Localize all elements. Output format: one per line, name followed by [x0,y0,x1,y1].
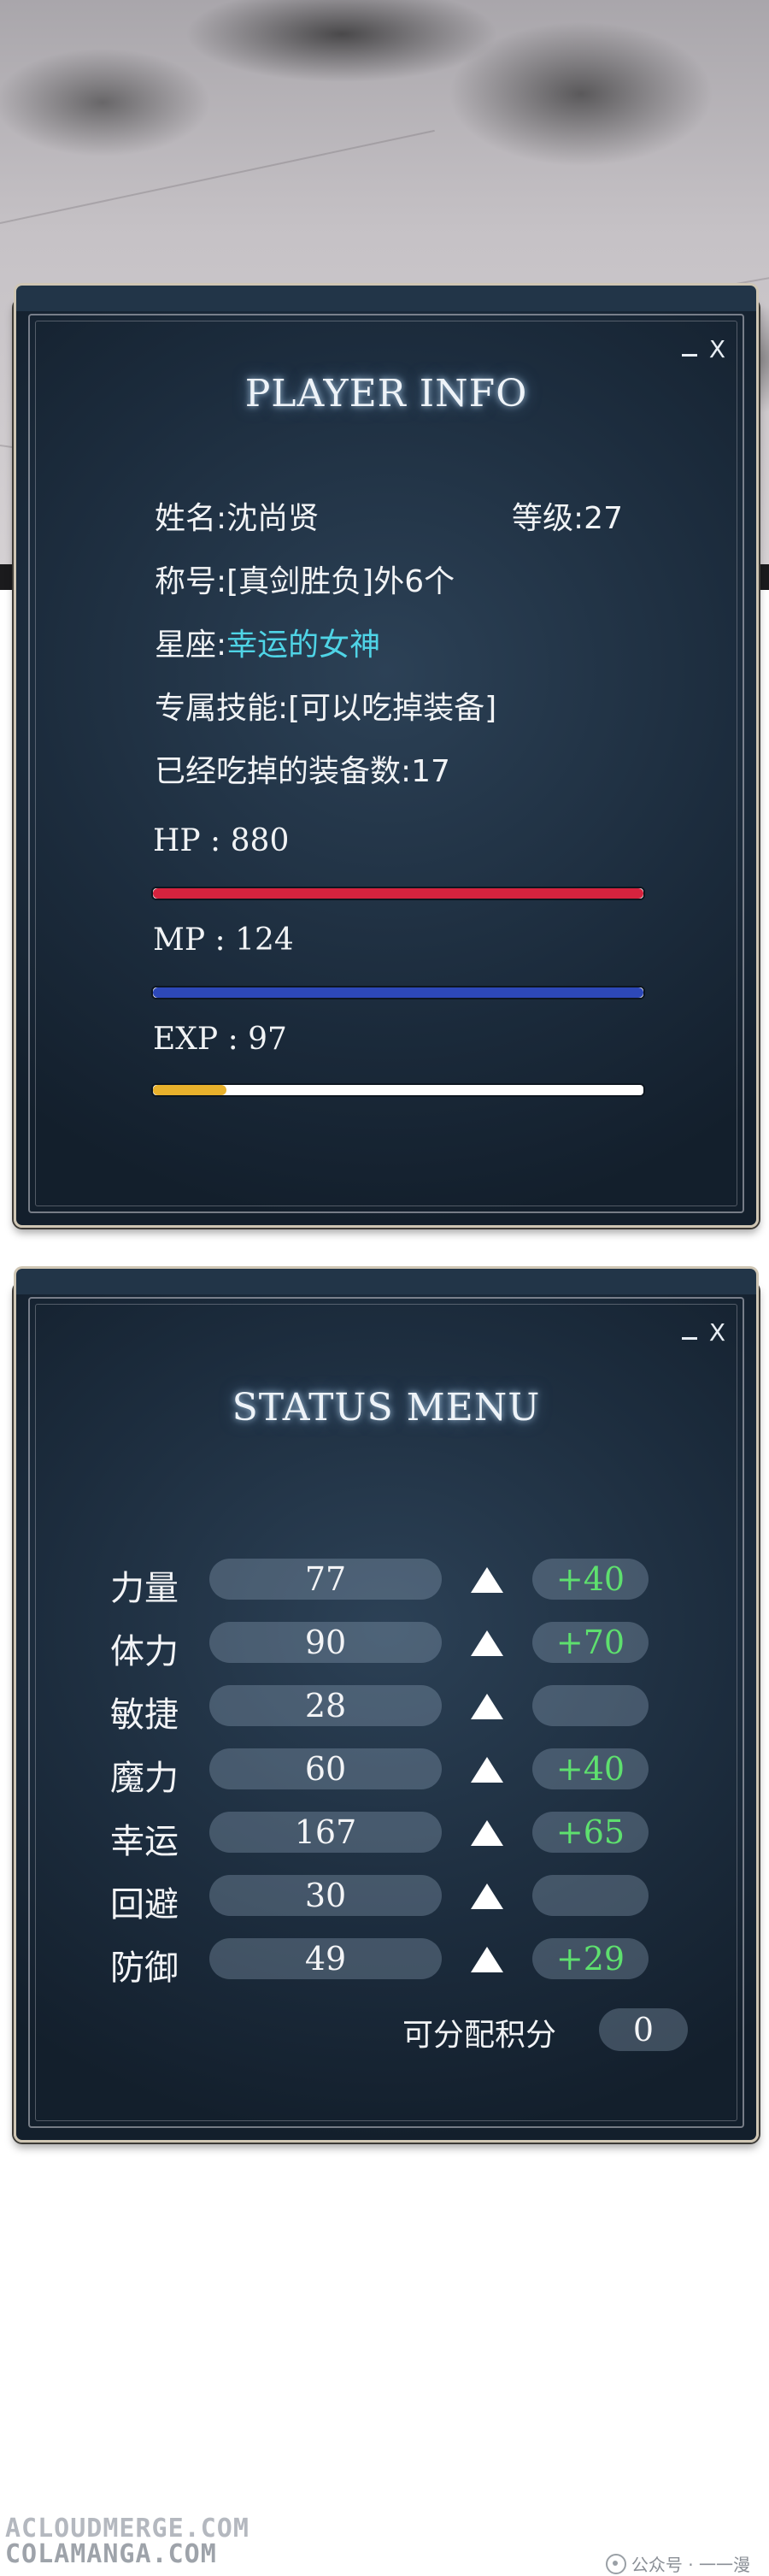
hp-label: HP : 880 [153,823,290,858]
stat-row: 力量 77 +40 [16,1559,756,1608]
panel-tab [14,283,759,311]
stat-value: 60 [209,1748,442,1789]
stat-value: 49 [209,1938,442,1979]
minimize-icon[interactable] [680,338,699,360]
minimize-icon[interactable] [680,1321,699,1343]
stat-value: 30 [209,1875,442,1916]
stat-row: 幸运 167 +65 [16,1812,756,1861]
wechat-icon [605,2553,626,2574]
floor-line [0,129,435,224]
constellation-label: 星座: [155,628,227,663]
available-points-value: 0 [599,2008,688,2051]
exp-bar [151,1083,645,1097]
available-points-label: 可分配积分 [402,2018,557,2053]
up-arrow-icon[interactable] [471,1820,503,1846]
stat-bonus: +40 [532,1559,649,1600]
mp-label: MP : 124 [153,923,294,958]
stat-bonus: +29 [532,1938,649,1979]
up-arrow-icon[interactable] [471,1757,503,1783]
stat-value: 167 [209,1812,442,1853]
player-info-panel: X PLAYER INFO 姓名:沈尚贤 等级:27 称号:[真剑胜负]外6个 … [14,283,759,1228]
stat-row: 体力 90 +70 [16,1622,756,1671]
stat-name: 魔力 [110,1759,179,1798]
panel-tab [14,1266,759,1294]
stat-name: 幸运 [110,1822,179,1861]
up-arrow-icon[interactable] [471,1883,503,1909]
panel-title: PLAYER INFO [244,372,528,416]
exp-label: EXP : 97 [153,1022,287,1057]
stat-name: 敏捷 [110,1695,179,1735]
player-name: 姓名:沈尚贤 [155,501,320,536]
stat-name: 体力 [110,1632,179,1671]
mp-bar [151,986,645,999]
close-icon[interactable]: X [709,1321,725,1345]
window-controls: X [680,1321,725,1345]
stat-name: 回避 [110,1885,179,1925]
stat-name: 力量 [110,1569,179,1608]
hp-bar [151,887,645,900]
status-menu-panel: X STATUS MENU 力量 77 +40 体力 90 +70 敏捷 28 魔力 60 +40 幸… [14,1266,759,2143]
stat-row: 魔力 60 +40 [16,1748,756,1798]
constellation-value: 幸运的女神 [226,628,381,663]
up-arrow-icon[interactable] [471,1567,503,1593]
exclusive-skill: 专属技能:[可以吃掉装备] [155,691,497,726]
window-controls: X [680,338,725,362]
stat-row: 防御 49 +29 [16,1938,756,1988]
player-level: 等级:27 [512,501,623,536]
stat-bonus [532,1685,649,1726]
stat-bonus: +70 [532,1622,649,1663]
stat-row: 敏捷 28 [16,1685,756,1735]
stat-bonus [532,1875,649,1916]
stat-value: 90 [209,1622,442,1663]
player-titles: 称号:[真剑胜负]外6个 [155,564,455,599]
player-constellation: 星座:幸运的女神 [155,620,380,664]
stat-value: 77 [209,1559,442,1600]
stat-row: 回避 30 [16,1875,756,1925]
stat-bonus: +65 [532,1812,649,1853]
up-arrow-icon[interactable] [471,1947,503,1972]
watermark-colamanga: COLAMANGA.COM [5,2539,217,2569]
stat-name: 防御 [110,1948,179,1988]
stat-value: 28 [209,1685,442,1726]
eaten-equipment-count: 已经吃掉的装备数:17 [155,754,450,789]
up-arrow-icon[interactable] [471,1694,503,1719]
up-arrow-icon[interactable] [471,1630,503,1656]
close-icon[interactable]: X [709,338,725,362]
panel-title: STATUS MENU [232,1386,541,1429]
stat-bonus: +40 [532,1748,649,1789]
